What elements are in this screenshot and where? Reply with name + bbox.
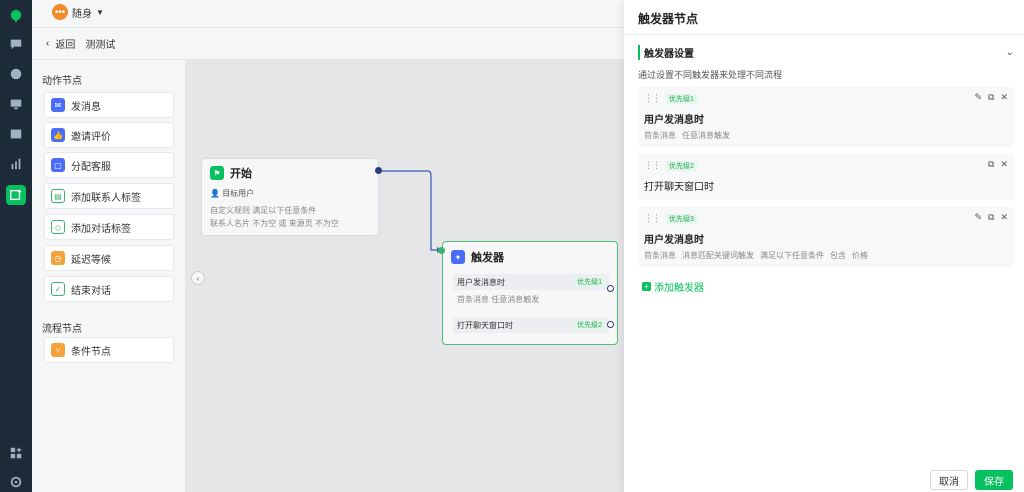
trigger-row-label: 打开聊天窗口时 xyxy=(457,320,513,330)
trigger-output-port-2[interactable] xyxy=(607,321,614,328)
trigger-card[interactable]: ⋮⋮ 优先级2 ⧉ ✕ 打开聊天窗口时 xyxy=(638,154,1014,200)
condition-tag: 首条消息 xyxy=(644,251,676,260)
priority-badge: 优先级2 xyxy=(574,320,605,330)
trigger-card-conditions: 首条消息 消息匹配关键词触发 满足以下任意条件 包含 价格 xyxy=(644,250,868,261)
panel-divider xyxy=(624,34,1024,35)
condition-tag: 首条消息 xyxy=(644,131,676,140)
priority-badge: 优先级1 xyxy=(574,277,605,287)
trigger-card-conditions: 首条消息 任意消息触发 xyxy=(644,130,730,141)
trigger-output-port-1[interactable] xyxy=(607,285,614,292)
condition-tag: 包含 xyxy=(830,251,846,260)
close-icon[interactable]: ✕ xyxy=(1000,212,1008,223)
trigger-settings-panel: 触发器节点 触发器设置 ⌄ 通过设置不同触发器来处理不同流程 ⋮⋮ 优先级1 ✎… xyxy=(624,0,1024,492)
trigger-card-title: 用户发消息时 xyxy=(644,235,704,246)
start-node-condition: 联系人名片 不为空 或 来源页 不为空 xyxy=(210,219,339,228)
trigger-row-1-detail: 首条消息 任意消息触发 xyxy=(457,295,540,304)
trigger-icon: ✦ xyxy=(451,250,465,264)
close-icon[interactable]: ✕ xyxy=(1000,92,1008,103)
priority-badge: 优先级2 xyxy=(666,160,697,171)
drag-handle-icon[interactable]: ⋮⋮ xyxy=(644,93,661,104)
start-node-target: 👤 目标用户 xyxy=(202,187,378,200)
section-description: 通过设置不同触发器来处理不同流程 xyxy=(638,70,783,80)
section-title: 触发器设置 xyxy=(638,44,694,60)
trigger-node[interactable]: ✦ 触发器 用户发消息时 优先级1 首条消息 任意消息触发 打开聊天窗口时 优先… xyxy=(442,241,618,345)
edit-icon[interactable]: ✎ xyxy=(974,92,982,103)
close-icon[interactable]: ✕ xyxy=(1000,159,1008,170)
trigger-card[interactable]: ⋮⋮ 优先级3 ✎ ⧉ ✕ 用户发消息时 首条消息 消息匹配关键词触发 满足以下… xyxy=(638,207,1014,267)
trigger-node-title: 触发器 xyxy=(471,252,504,264)
start-node-title: 开始 xyxy=(230,168,252,180)
chevron-down-icon[interactable]: ⌄ xyxy=(1006,47,1014,58)
start-node-rule: 自定义规则 满足以下任意条件 xyxy=(210,206,317,215)
start-node[interactable]: ⚑ 开始 👤 目标用户 自定义规则 满足以下任意条件 联系人名片 不为空 或 来… xyxy=(201,158,379,236)
target-label: 目标用户 xyxy=(222,189,255,198)
trigger-settings-section[interactable]: 触发器设置 ⌄ xyxy=(638,44,1014,60)
drag-handle-icon[interactable]: ⋮⋮ xyxy=(644,213,661,224)
priority-badge: 优先级3 xyxy=(666,213,697,224)
copy-icon[interactable]: ⧉ xyxy=(988,92,994,103)
condition-tag: 价格 xyxy=(852,251,868,260)
copy-icon[interactable]: ⧉ xyxy=(988,212,994,223)
trigger-input-port[interactable] xyxy=(438,247,445,254)
condition-tag: 满足以下任意条件 xyxy=(760,251,824,260)
flag-icon: ⚑ xyxy=(210,166,224,180)
add-trigger-label: 添加触发器 xyxy=(654,283,704,294)
drag-handle-icon[interactable]: ⋮⋮ xyxy=(644,160,661,171)
priority-badge: 优先级1 xyxy=(666,93,697,104)
start-node-output-port[interactable] xyxy=(375,167,382,174)
condition-tag: 消息匹配关键词触发 xyxy=(682,251,754,260)
plus-icon: + xyxy=(642,282,651,291)
save-button[interactable]: 保存 xyxy=(975,470,1013,490)
condition-tag: 任意消息触发 xyxy=(682,131,730,140)
add-trigger-button[interactable]: + 添加触发器 xyxy=(642,279,704,294)
cancel-button[interactable]: 取消 xyxy=(930,470,968,490)
panel-title: 触发器节点 xyxy=(638,12,699,26)
trigger-row-2[interactable]: 打开聊天窗口时 优先级2 xyxy=(453,317,609,333)
trigger-card-title: 打开聊天窗口时 xyxy=(644,182,714,193)
trigger-row-1[interactable]: 用户发消息时 优先级1 xyxy=(453,274,609,290)
copy-icon[interactable]: ⧉ xyxy=(988,159,994,170)
trigger-card[interactable]: ⋮⋮ 优先级1 ✎ ⧉ ✕ 用户发消息时 首条消息 任意消息触发 xyxy=(638,87,1014,147)
trigger-row-label: 用户发消息时 xyxy=(457,277,505,287)
trigger-card-title: 用户发消息时 xyxy=(644,115,704,126)
edit-icon[interactable]: ✎ xyxy=(974,212,982,223)
user-icon: 👤 xyxy=(210,189,223,198)
